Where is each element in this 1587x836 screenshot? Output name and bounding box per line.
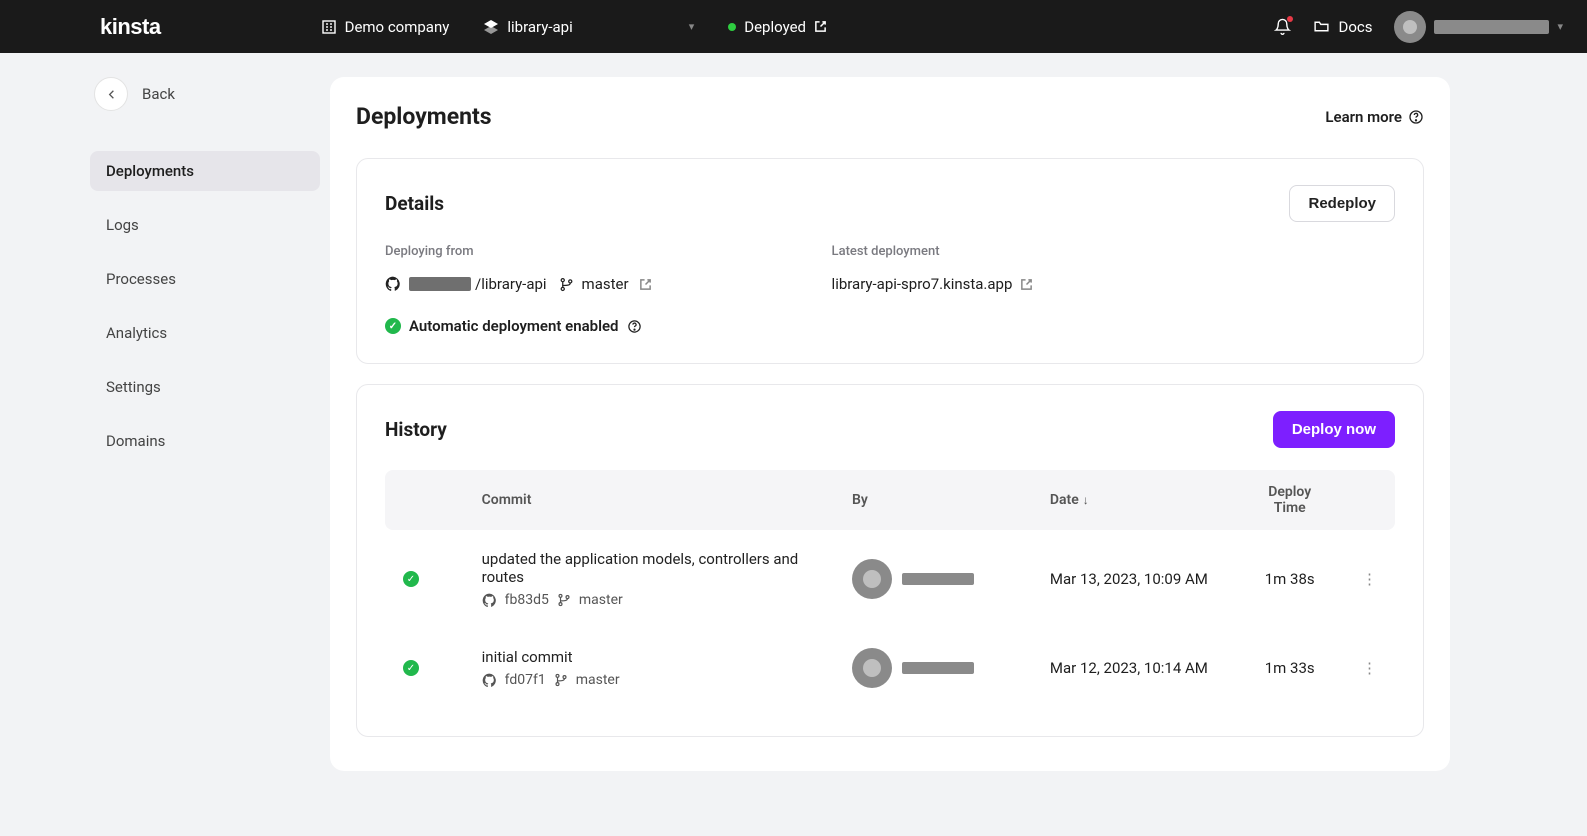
col-actions	[1344, 470, 1395, 530]
git-branch-icon	[554, 673, 568, 687]
deploy-author	[852, 648, 1014, 688]
page-title: Deployments	[356, 103, 492, 130]
branch-name: master	[582, 275, 629, 293]
company-name: Demo company	[345, 18, 450, 36]
commit-message: updated the application models, controll…	[482, 550, 816, 586]
commit-branch: master	[576, 672, 620, 688]
external-link-icon	[639, 278, 652, 291]
deploy-author	[852, 559, 1014, 599]
deploying-from-label: Deploying from	[385, 244, 652, 259]
details-card: Details Redeploy Deploying from /library…	[356, 158, 1424, 364]
author-name-redacted	[902, 573, 974, 585]
redeploy-button[interactable]: Redeploy	[1289, 185, 1395, 222]
col-date[interactable]: Date↓	[1032, 470, 1236, 530]
deploy-now-button[interactable]: Deploy now	[1273, 411, 1395, 448]
repo-link[interactable]: /library-api master	[385, 275, 652, 293]
help-circle-icon[interactable]	[627, 319, 642, 334]
avatar	[852, 648, 892, 688]
commit-hash: fb83d5	[505, 592, 549, 608]
sort-desc-icon: ↓	[1083, 493, 1089, 507]
user-menu[interactable]: ▾	[1394, 11, 1563, 43]
git-branch-icon	[559, 277, 574, 292]
commit-branch: master	[579, 592, 623, 608]
deploy-time: 1m 38s	[1235, 530, 1344, 628]
latest-deployment-label: Latest deployment	[832, 244, 1034, 259]
chevron-down-icon[interactable]: ▾	[689, 20, 695, 33]
sidebar-item-logs[interactable]: Logs	[90, 205, 320, 245]
details-title: Details	[385, 192, 444, 215]
col-deploy-time[interactable]: Deploy Time	[1235, 470, 1344, 530]
row-actions-menu[interactable]: ⋮	[1344, 530, 1395, 628]
history-card: History Deploy now Commit By Date↓ Deplo…	[356, 384, 1424, 737]
row-actions-menu[interactable]: ⋮	[1344, 628, 1395, 708]
status-text: Deployed	[744, 18, 806, 36]
github-icon	[482, 673, 497, 688]
deploy-time: 1m 33s	[1235, 628, 1344, 708]
external-link-icon	[814, 20, 827, 33]
chevron-down-icon: ▾	[1557, 20, 1563, 33]
deploy-date: Mar 12, 2023, 10:14 AM	[1032, 628, 1236, 708]
sidebar-item-deployments[interactable]: Deployments	[90, 151, 320, 191]
kinsta-logo[interactable]: kinsta	[100, 14, 161, 40]
avatar	[1394, 11, 1426, 43]
status-dot-icon	[728, 23, 736, 31]
app-name: library-api	[507, 18, 572, 36]
history-table: Commit By Date↓ Deploy Time ✓ updated th…	[385, 470, 1395, 708]
deployment-status[interactable]: Deployed	[728, 18, 827, 36]
notifications-button[interactable]	[1274, 18, 1291, 35]
github-icon	[385, 276, 401, 292]
deploy-date: Mar 13, 2023, 10:09 AM	[1032, 530, 1236, 628]
history-title: History	[385, 418, 447, 441]
check-circle-icon: ✓	[403, 571, 419, 587]
sidebar-item-analytics[interactable]: Analytics	[90, 313, 320, 353]
col-commit[interactable]: Commit	[464, 470, 834, 530]
back-button[interactable]	[94, 77, 128, 111]
folder-icon	[1313, 18, 1330, 35]
top-bar: kinsta Demo company library-api ▾ Deploy…	[0, 0, 1587, 53]
notification-dot-icon	[1287, 16, 1293, 22]
help-circle-icon	[1408, 109, 1424, 125]
docs-label: Docs	[1338, 18, 1372, 36]
sidebar-item-domains[interactable]: Domains	[90, 421, 320, 461]
sidebar-item-settings[interactable]: Settings	[90, 367, 320, 407]
layers-icon	[483, 19, 499, 35]
main-panel: Deployments Learn more Details Redeploy …	[330, 77, 1450, 771]
company-switcher[interactable]: Demo company	[321, 18, 450, 36]
docs-link[interactable]: Docs	[1313, 18, 1372, 36]
learn-more-link[interactable]: Learn more	[1325, 108, 1424, 126]
app-switcher[interactable]: library-api	[483, 18, 572, 36]
col-status	[385, 470, 464, 530]
avatar	[852, 559, 892, 599]
col-by[interactable]: By	[834, 470, 1032, 530]
github-icon	[482, 593, 497, 608]
repo-owner-redacted	[409, 277, 471, 291]
external-link-icon	[1020, 278, 1033, 291]
commit-message: initial commit	[482, 648, 816, 666]
commit-hash: fd07f1	[505, 672, 546, 688]
table-row[interactable]: ✓ updated the application models, contro…	[385, 530, 1395, 628]
sidebar-item-processes[interactable]: Processes	[90, 259, 320, 299]
table-row[interactable]: ✓ initial commit fd07f1 master Mar 12, 2…	[385, 628, 1395, 708]
repo-suffix: /library-api	[475, 275, 547, 293]
check-circle-icon: ✓	[385, 318, 401, 334]
arrow-left-icon	[104, 87, 119, 102]
user-name-redacted	[1434, 20, 1549, 34]
sidebar: Back Deployments Logs Processes Analytic…	[90, 77, 320, 461]
author-name-redacted	[902, 662, 974, 674]
latest-deployment-url[interactable]: library-api-spro7.kinsta.app	[832, 275, 1034, 293]
git-branch-icon	[557, 593, 571, 607]
check-circle-icon: ✓	[403, 660, 419, 676]
building-icon	[321, 19, 337, 35]
auto-deploy-status: ✓ Automatic deployment enabled	[385, 317, 652, 335]
back-label: Back	[142, 85, 175, 103]
